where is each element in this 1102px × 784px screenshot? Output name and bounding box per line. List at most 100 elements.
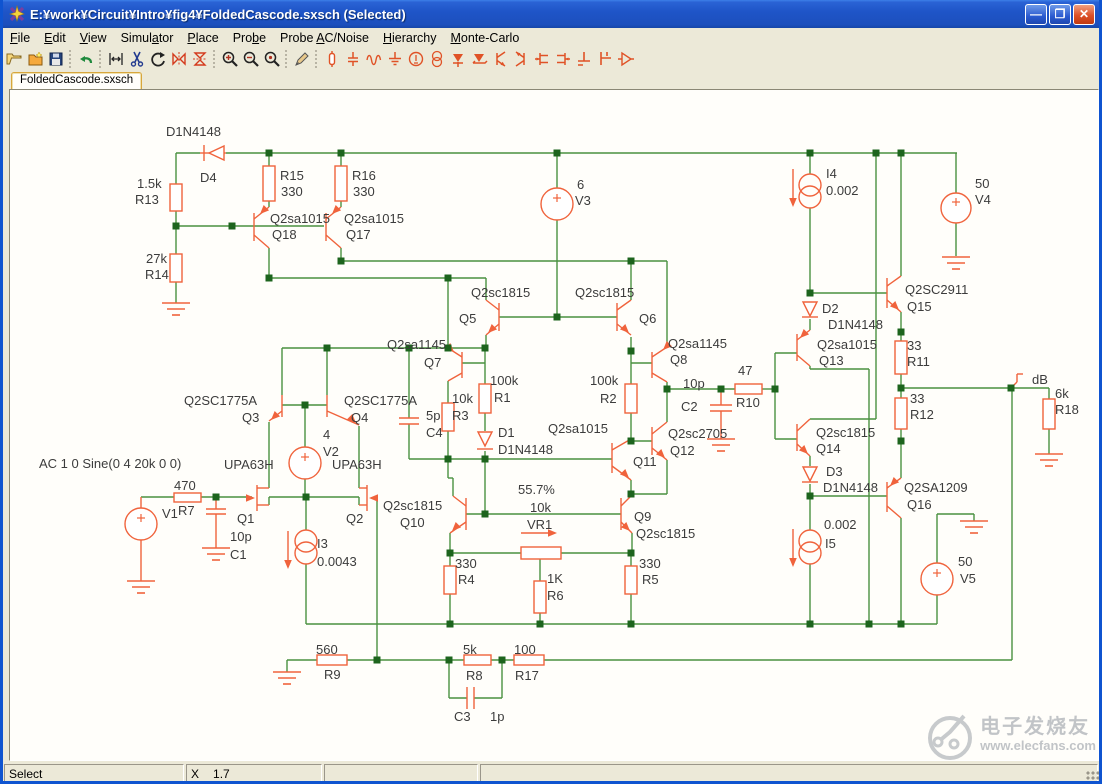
component-label: VR1 [527,517,552,532]
terminal-icon[interactable] [594,49,615,70]
component-label: Q11 [633,454,657,469]
component-label: V2 [323,444,339,459]
component-label: Q2SC1775A [344,393,417,408]
menu-file[interactable]: File [3,30,37,46]
component-label: Q1 [237,511,254,526]
status-coordinates: X 1.7 [186,764,322,783]
undo-icon[interactable] [75,49,96,70]
ground-icon[interactable] [384,49,405,70]
component-label: R16 [352,168,376,183]
diode [478,432,492,446]
component-label: C2 [681,399,698,414]
component-label: 330 [455,556,477,571]
menu-hierarchy[interactable]: Hierarchy [376,30,444,46]
resistor-body [625,566,637,594]
resistor-body [895,398,907,429]
component-label: Q15 [907,299,932,314]
status-bar: Select X 1.7 [3,763,1099,784]
component-label: Q13 [819,353,844,368]
save-icon[interactable] [45,49,66,70]
menu-view[interactable]: View [73,30,114,46]
pjfet-icon[interactable] [552,49,573,70]
arrowhead [284,560,292,569]
cut-icon[interactable] [126,49,147,70]
flip-icon[interactable] [189,49,210,70]
component-label: Q5 [459,311,476,326]
pnp-transistor-icon[interactable] [510,49,531,70]
njfet-icon[interactable] [531,49,552,70]
current-source-icon[interactable] [426,49,447,70]
component-label: Q12 [670,443,695,458]
current-source [295,530,317,552]
resize-grip[interactable] [1085,770,1099,784]
zoom-fit-icon[interactable] [261,49,282,70]
component-label: Q2sc1815 [471,285,530,300]
close-button[interactable]: ✕ [1073,4,1095,25]
component-label: 470 [174,478,196,493]
menu-monte-carlo[interactable]: Monte-Carlo [444,30,527,46]
component-label: C3 [454,709,471,724]
component-label: 0.0043 [317,554,357,569]
new-schematic-icon[interactable] [24,49,45,70]
menu-edit[interactable]: Edit [37,30,73,46]
resistor-body [1043,399,1055,429]
component-label: 10k [530,500,551,515]
component-label: R8 [466,668,483,683]
window-controls: —❐✕ [1025,4,1095,25]
app-window: E:¥work¥Circuit¥Intro¥fig4¥FoldedCascode… [0,0,1102,784]
minimize-button[interactable]: — [1025,4,1047,25]
component-label: 10k [452,391,473,406]
mirror-icon[interactable] [168,49,189,70]
component-label: R13 [135,192,159,207]
schematic-drawing[interactable]: D1N4148D41.5kR13R15330R16330Q2sa1015Q18Q… [10,90,1100,762]
resistor-body [735,384,762,394]
fit-width-icon[interactable] [105,49,126,70]
component-label: Q2sc1815 [383,498,442,513]
diode [209,146,224,160]
component-label: Q2sc1815 [575,285,634,300]
inductor-icon[interactable] [363,49,384,70]
component-label: I5 [825,536,836,551]
component-label: D3 [826,464,843,479]
resistor-icon[interactable] [321,49,342,70]
menu-simulator[interactable]: Simulator [114,30,181,46]
component-label: D1N4148 [498,442,553,457]
menu-probe-ac-noise[interactable]: Probe AC/Noise [273,30,376,46]
resistor-body [174,493,201,502]
coord-value: 1.7 [213,767,230,781]
component-label: 330 [639,556,661,571]
diode [803,302,817,316]
zoom-out-icon[interactable] [240,49,261,70]
component-label: UPA63H [332,457,382,472]
component-label: C4 [426,425,443,440]
voltage-source-icon[interactable] [405,49,426,70]
zoom-in-icon[interactable] [219,49,240,70]
schematic-canvas[interactable]: D1N4148D41.5kR13R15330R16330Q2sa1015Q18Q… [9,89,1099,761]
component-label: R5 [642,572,659,587]
zener-diode-icon[interactable] [468,49,489,70]
component-label: R14 [145,267,169,282]
rotate-icon[interactable] [147,49,168,70]
component-label: Q3 [242,410,259,425]
maximize-button[interactable]: ❐ [1049,4,1071,25]
component-label: Q17 [346,227,371,242]
menu-probe[interactable]: Probe [226,30,273,46]
port-icon[interactable] [573,49,594,70]
component-label: Q18 [272,227,297,242]
npn-transistor-icon[interactable] [489,49,510,70]
resistor-body [479,384,491,413]
open-folder-icon[interactable] [3,49,24,70]
component-label: Q2sc1815 [816,425,875,440]
capacitor-icon[interactable] [342,49,363,70]
component-label: Q2sc1815 [636,526,695,541]
menu-place[interactable]: Place [180,30,225,46]
resistor-body [534,581,546,613]
buffer-icon[interactable] [615,49,636,70]
toolbar-separator [211,50,218,68]
component-label: 6k [1055,386,1069,401]
component-label: Q2sa1145 [387,337,446,352]
component-label: I4 [826,166,837,181]
diode-icon[interactable] [447,49,468,70]
component-label: Q2SC2911 [905,282,968,297]
wire-pencil-icon[interactable] [291,49,312,70]
